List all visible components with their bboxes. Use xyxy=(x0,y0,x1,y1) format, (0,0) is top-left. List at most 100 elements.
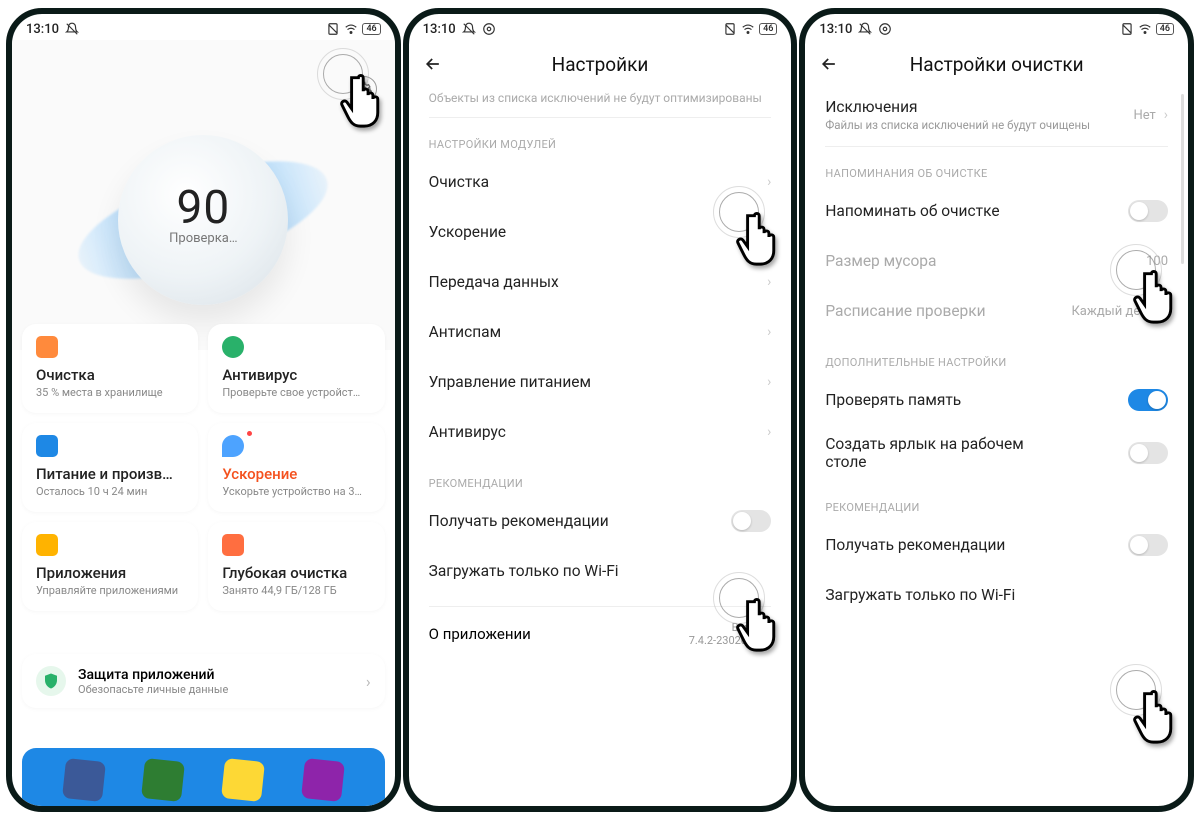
back-button[interactable] xyxy=(819,54,839,74)
shield-icon xyxy=(36,666,66,696)
dnd-icon xyxy=(462,22,476,36)
toggle-recommendations[interactable] xyxy=(1128,534,1168,556)
feature-grid: Очистка 35 % места в хранилище Антивирус… xyxy=(22,324,385,611)
no-sim-icon xyxy=(723,22,737,36)
chevron-right-icon: › xyxy=(767,274,771,290)
toggle-remind[interactable] xyxy=(1128,200,1168,222)
chevron-right-icon: › xyxy=(767,324,771,340)
card-subtitle: Осталось 10 ч 24 мин xyxy=(36,485,184,498)
row-label: Антиспам xyxy=(429,323,501,341)
row-speed[interactable]: Ускорение xyxy=(429,207,772,257)
optimizer-header: 90 Проверка… xyxy=(12,40,395,350)
row-get-recommendations[interactable]: Получать рекомендации xyxy=(429,496,772,546)
section-extra: ДОПОЛНИТЕЛЬНЫЕ НАСТРОЙКИ xyxy=(825,356,1168,369)
row-get-recommendations[interactable]: Получать рекомендации xyxy=(825,520,1168,570)
card-antivirus[interactable]: Антивирус Проверьте свое устройст… xyxy=(208,324,384,413)
dnd-icon xyxy=(858,22,872,36)
card-boost[interactable]: Ускорение Ускорьте устройство на 3… xyxy=(208,423,384,512)
row-label: О приложении xyxy=(429,625,531,643)
row-label: Размер мусора xyxy=(825,252,936,270)
back-button[interactable] xyxy=(423,54,443,74)
card-subtitle: Ускорьте устройство на 3… xyxy=(222,485,370,498)
toggle-check-memory[interactable] xyxy=(1128,389,1168,411)
check-icon xyxy=(222,336,244,358)
card-apps[interactable]: Приложения Управляйте приложениями xyxy=(22,522,198,611)
status-bar: 13:10 46 xyxy=(409,14,792,40)
wifi-icon xyxy=(741,22,755,36)
section-recommendations: РЕКОМЕНДАЦИИ xyxy=(429,477,772,490)
toggle-shortcut[interactable] xyxy=(1128,442,1168,464)
card-deep-clean[interactable]: Глубокая очистка Занято 44,9 ГБ/128 ГБ xyxy=(208,522,384,611)
battery-indicator: 46 xyxy=(759,23,777,35)
section-modules: НАСТРОЙКИ МОДУЛЕЙ xyxy=(429,138,772,151)
row-cleaner[interactable]: Очистка › xyxy=(429,157,772,207)
card-title: Ускорение xyxy=(222,465,370,483)
chevron-right-icon: › xyxy=(1164,107,1168,123)
row-antivirus[interactable]: Антивирус › xyxy=(429,407,772,457)
gear-icon xyxy=(356,81,372,97)
row-label: Получать рекомендации xyxy=(825,536,1005,554)
version-value: 7.4.2-230201.1.2 xyxy=(689,634,772,647)
app-bar: Настройки очистки xyxy=(805,40,1188,88)
phone-settings: 13:10 46 Настройки Объекты из списка иск… xyxy=(403,8,798,812)
row-about[interactable]: О приложении Версия: 7.4.2-230201.1.2 xyxy=(429,606,772,661)
phone-cleaner-settings: 13:10 46 Настройки очистки Исключения Фа… xyxy=(799,8,1194,812)
card-subtitle: Занято 44,9 ГБ/128 ГБ xyxy=(222,584,370,597)
dnd-icon xyxy=(65,22,79,36)
version-label: Версия: xyxy=(689,621,772,634)
no-sim-icon xyxy=(1120,22,1134,36)
row-wifi-only[interactable]: Загружать только по Wi-Fi xyxy=(429,546,772,596)
gallery-icon xyxy=(301,758,345,802)
row-label: Управление питанием xyxy=(429,373,591,391)
row-remind[interactable]: Напоминать об очистке xyxy=(825,186,1168,236)
status-time: 13:10 xyxy=(819,22,852,37)
card-cleaner[interactable]: Очистка 35 % места в хранилище xyxy=(22,324,198,413)
facebook-icon xyxy=(62,758,106,802)
row-value: Каждый день xyxy=(1071,304,1154,319)
no-sim-icon xyxy=(326,22,340,36)
row-label: Загружать только по Wi-Fi xyxy=(429,562,619,580)
exclusion-hint: Объекты из списка исключений не будут оп… xyxy=(429,88,772,118)
gear-icon xyxy=(482,22,496,36)
card-title: Глубокая очистка xyxy=(222,564,370,582)
row-data[interactable]: Передача данных › xyxy=(429,257,772,307)
toggle-recommendations[interactable] xyxy=(731,510,771,532)
section-reminders: НАПОМИНАНИЯ ОБ ОЧИСТКЕ xyxy=(825,167,1168,180)
mail-icon xyxy=(221,758,265,802)
card-power[interactable]: Питание и произв… Осталось 10 ч 24 мин xyxy=(22,423,198,512)
score-status: Проверка… xyxy=(169,231,237,246)
page-title: Настройки xyxy=(552,53,649,76)
row-shortcut[interactable]: Создать ярлык на рабочем столе xyxy=(825,425,1168,481)
row-check-memory[interactable]: Проверять память xyxy=(825,375,1168,425)
row-subtitle: Файлы из списка исключений не будут очищ… xyxy=(825,118,1090,132)
status-time: 13:10 xyxy=(26,22,59,37)
card-app-protection[interactable]: Защита приложений Обезопасьте личные дан… xyxy=(22,654,385,708)
row-trash-size: Размер мусора 100 xyxy=(825,236,1168,286)
card-title: Антивирус xyxy=(222,366,370,384)
page-title: Настройки очистки xyxy=(910,53,1084,76)
section-recommendations: РЕКОМЕНДАЦИИ xyxy=(825,501,1168,514)
row-label: Исключения xyxy=(825,98,1090,116)
settings-gear-button[interactable] xyxy=(351,76,377,102)
row-power[interactable]: Управление питанием › xyxy=(429,357,772,407)
updown-icon: ⇅ xyxy=(1159,305,1168,318)
promo-bar[interactable] xyxy=(22,748,385,806)
gear-icon xyxy=(878,22,892,36)
shield-green-icon xyxy=(142,758,186,802)
card-title: Приложения xyxy=(36,564,184,582)
status-bar: 13:10 46 xyxy=(805,14,1188,40)
trash-icon xyxy=(36,336,58,358)
row-label: Создать ярлык на рабочем столе xyxy=(825,435,1065,471)
card-title: Очистка xyxy=(36,366,184,384)
battery-icon xyxy=(36,435,58,457)
row-label: Напоминать об очистке xyxy=(825,202,999,220)
chevron-right-icon: › xyxy=(767,424,771,440)
deep-clean-icon xyxy=(222,534,244,556)
row-antispam[interactable]: Антиспам › xyxy=(429,307,772,357)
rocket-icon xyxy=(222,435,244,457)
score-dial[interactable]: 90 Проверка… xyxy=(83,100,323,340)
card-subtitle: 35 % места в хранилище xyxy=(36,386,184,399)
row-exclusions[interactable]: Исключения Файлы из списка исключений не… xyxy=(825,88,1168,147)
row-label: Передача данных xyxy=(429,273,559,291)
row-wifi-only[interactable]: Загружать только по Wi-Fi xyxy=(825,570,1168,620)
